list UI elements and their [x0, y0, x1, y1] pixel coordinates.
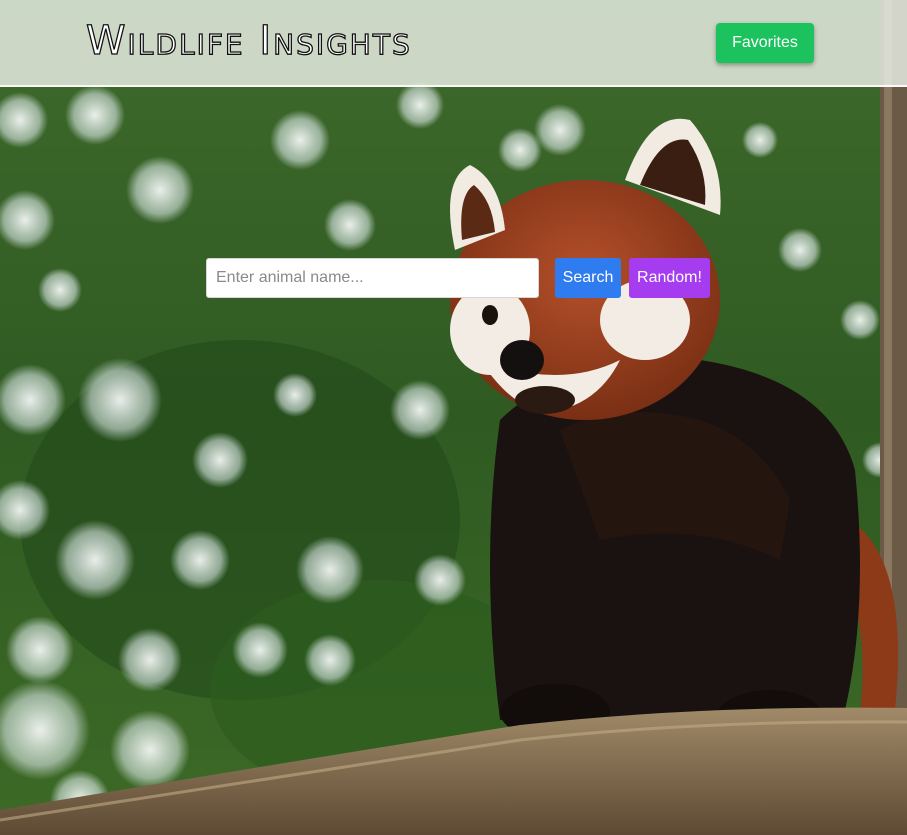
animal-search-input[interactable]	[206, 258, 539, 298]
favorites-button[interactable]: Favorites	[716, 23, 814, 63]
background-photo	[0, 0, 907, 835]
random-button[interactable]: Random!	[629, 258, 710, 298]
search-button[interactable]: Search	[555, 258, 621, 298]
site-logo[interactable]: Wildlife Insights	[85, 17, 412, 64]
page: Wildlife Insights Favorites Search Rando…	[0, 0, 907, 835]
top-navbar: Wildlife Insights Favorites	[0, 0, 907, 87]
